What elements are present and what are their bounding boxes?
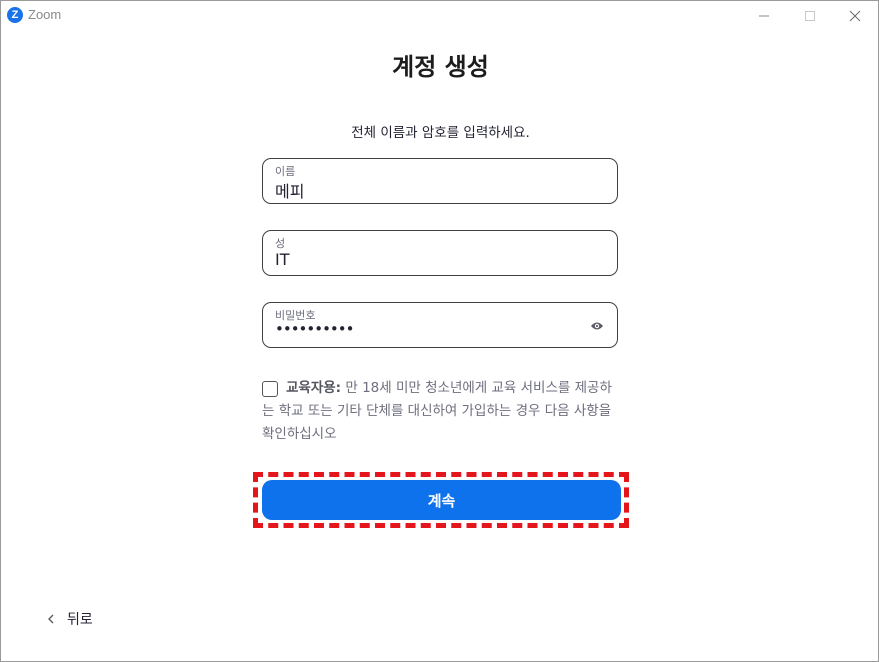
continue-button[interactable]: 계속: [262, 480, 621, 520]
last-name-field[interactable]: 성 IT: [262, 230, 618, 276]
close-icon: [849, 10, 861, 22]
first-name-field[interactable]: 이름 메피: [262, 158, 618, 204]
maximize-icon: [805, 11, 815, 21]
educator-notice: 교육자용: 만 18세 미만 청소년에게 교육 서비스를 제공하는 학교 또는 …: [262, 377, 624, 446]
maximize-button[interactable]: [787, 1, 833, 31]
educator-bold-label: 교육자용:: [286, 380, 342, 396]
app-title: Zoom: [28, 7, 62, 22]
chevron-left-icon: [47, 613, 59, 625]
password-field[interactable]: 비밀번호 ••••••••••: [262, 302, 618, 348]
eye-icon: [591, 322, 603, 330]
last-name-label: 성: [275, 237, 286, 250]
back-link[interactable]: 뒤로: [47, 609, 93, 629]
last-name-value: IT: [275, 250, 290, 269]
password-value: ••••••••••: [275, 320, 354, 338]
zoom-logo-icon: Z: [7, 7, 23, 23]
back-label: 뒤로: [67, 612, 93, 628]
zoom-window: Z Zoom 계정 생성 전체 이름과 암호를 입력하세요. 이름 메피 성 I…: [0, 0, 879, 662]
page-subtitle: 전체 이름과 암호를 입력하세요.: [351, 125, 530, 141]
minimize-button[interactable]: [741, 1, 787, 31]
title-bar: Z Zoom: [1, 1, 878, 31]
first-name-label: 이름: [275, 165, 296, 178]
page-title: 계정 생성: [392, 53, 489, 81]
educator-checkbox[interactable]: [262, 381, 278, 397]
minimize-icon: [759, 15, 769, 17]
close-button[interactable]: [832, 1, 878, 31]
show-password-button[interactable]: [589, 319, 605, 333]
first-name-value: 메피: [275, 182, 305, 201]
